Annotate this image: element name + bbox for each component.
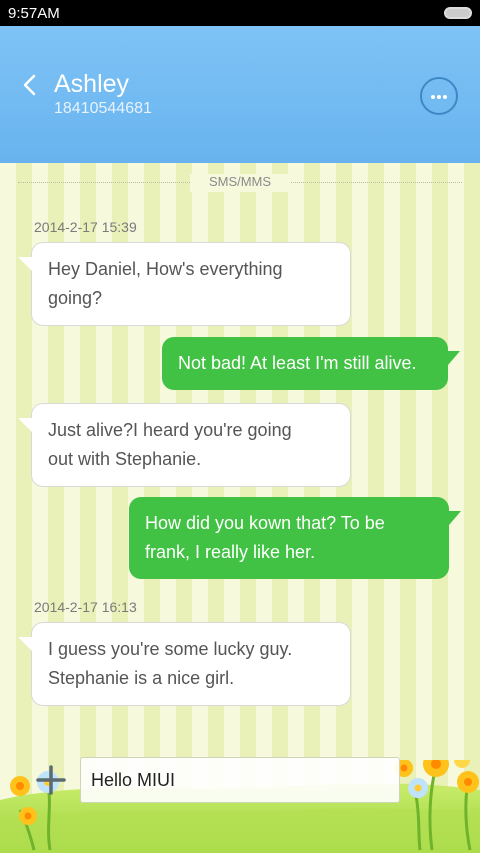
message-input[interactable] xyxy=(80,757,400,803)
incoming-message[interactable]: I guess you're some lucky guy. Stephanie… xyxy=(18,622,351,706)
outgoing-message[interactable]: Not bad! At least I'm still alive. xyxy=(162,337,460,390)
incoming-message[interactable]: Just alive?I heard you're going out with… xyxy=(18,403,351,487)
message-line: Just alive?I heard you're going xyxy=(48,420,292,440)
add-attachment-button[interactable] xyxy=(34,763,68,797)
message-line: Stephanie is a nice girl. xyxy=(48,668,235,688)
channel-label: SMS/MMS xyxy=(190,174,290,192)
message-line: Not bad! At least I'm still alive. xyxy=(178,353,417,373)
message-line: I guess you're some lucky guy. xyxy=(48,639,293,659)
status-time: 9:57AM xyxy=(8,5,60,22)
back-icon[interactable] xyxy=(22,74,38,96)
message-line: out with Stephanie. xyxy=(48,449,202,469)
message-timestamp: 2014-2-17 15:39 xyxy=(34,219,137,235)
message-line: Hey Daniel, How's everything xyxy=(48,259,283,279)
message-timestamp: 2014-2-17 16:13 xyxy=(34,599,137,615)
more-options-button[interactable] xyxy=(420,77,458,115)
battery-icon xyxy=(444,7,472,19)
message-line: going? xyxy=(48,288,103,308)
outgoing-message[interactable]: How did you kown that? To be frank, I re… xyxy=(129,497,461,579)
incoming-message[interactable]: Hey Daniel, How's everything going? xyxy=(18,242,351,326)
message-line: frank, I really like her. xyxy=(145,542,316,562)
contact-number: 18410544681 xyxy=(54,100,152,117)
conversation-header: Ashley 18410544681 xyxy=(0,26,480,163)
status-bar: 9:57AM xyxy=(0,0,480,26)
message-line: How did you kown that? To be xyxy=(145,513,385,533)
more-icon xyxy=(431,95,435,99)
contact-name: Ashley xyxy=(54,70,130,98)
